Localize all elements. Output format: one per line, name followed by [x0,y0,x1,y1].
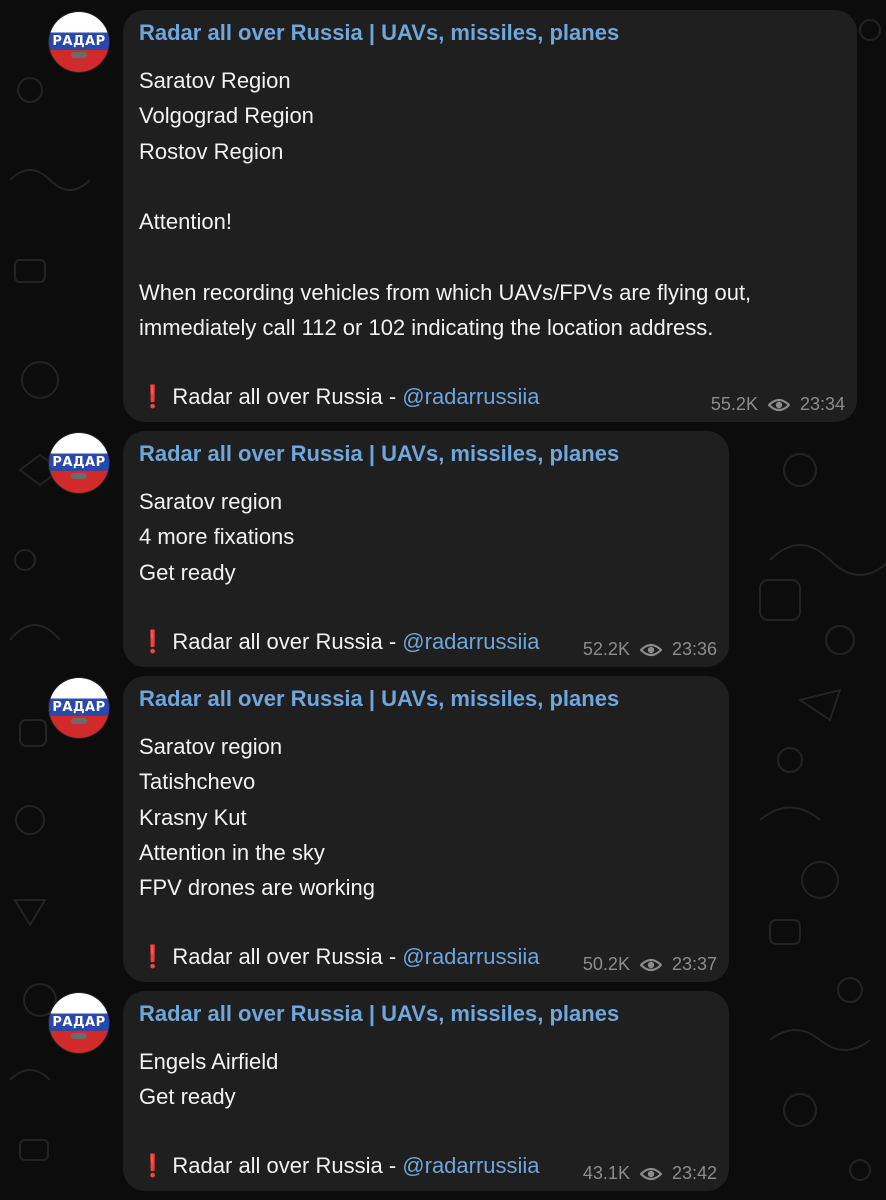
message-bubble[interactable]: Radar all over Russia | UAVs, missiles, … [123,431,729,667]
exclamation-icon: ❗ [139,944,167,969]
drone-icon [71,52,87,58]
message-time: 23:34 [799,394,845,414]
channel-avatar[interactable]: РАДАР [49,678,109,738]
message-line [139,590,294,625]
drone-icon [71,473,87,479]
channel-signature: ❗ Radar all over Russia - @radarrussiia [139,1153,540,1179]
message-line: Engels Airfield [139,1049,279,1074]
message-line [139,169,751,204]
eye-icon [767,398,790,411]
channel-avatar[interactable]: РАДАР [49,433,109,493]
message-line: Volgograd Region [139,103,314,129]
channel-avatar[interactable]: РАДАР [49,993,109,1053]
channel-signature: ❗ Radar all over Russia - @radarrussiia [139,944,540,970]
message-time: 23:37 [671,954,717,974]
eye-icon [639,1167,662,1180]
message-meta: 43.1K 23:42 [583,1163,717,1184]
channel-avatar[interactable]: РАДАР [49,12,109,72]
message-meta: 52.2K 23:36 [583,639,717,660]
channel-signature: ❗ Radar all over Russia - @radarrussiia [139,384,540,410]
message-line: 4 more fixations [139,524,295,550]
message-line: Attention! [139,209,232,235]
message-line [139,239,751,274]
drone-icon [71,1033,87,1039]
channel-handle-link[interactable]: @radarrussiia [402,1153,539,1178]
message-line: Attention in the sky [139,839,325,865]
message-bubble[interactable]: Radar all over Russia | UAVs, missiles, … [123,10,857,422]
message-line: Saratov region [139,734,283,759]
view-count: 55.2K [710,394,758,414]
sender-name[interactable]: Radar all over Russia | UAVs, missiles, … [139,441,619,467]
signature-text: Radar all over Russia - [172,384,403,409]
message-line: FPV drones are working [139,875,375,901]
message-time: 23:42 [671,1163,717,1183]
message-text: Saratov Region Volgograd Region Rostov R… [139,63,751,381]
avatar-label: РАДАР [49,1015,109,1031]
exclamation-icon: ❗ [139,629,167,654]
signature-text: Radar all over Russia - [172,944,403,969]
avatar-label: РАДАР [49,455,109,471]
message-bubble[interactable]: Radar all over Russia | UAVs, missiles, … [123,676,729,982]
eye-icon [639,958,662,971]
message-text: Engels Airfield Get ready [139,1044,278,1150]
channel-handle-link[interactable]: @radarrussiia [402,629,539,654]
channel-handle-link[interactable]: @radarrussiia [402,944,539,969]
message-line: Get ready [139,1084,236,1110]
view-count: 52.2K [582,639,630,659]
message-line [139,1115,278,1150]
drone-icon [71,718,87,724]
message-line: Tatishchevo [139,769,256,795]
sender-name[interactable]: Radar all over Russia | UAVs, missiles, … [139,686,619,712]
message-line: Krasny Kut [139,804,247,830]
message-line: Rostov Region [139,138,284,164]
message-line: Saratov region [139,489,283,514]
message-text: Saratov region Tatishchevo Krasny Kut At… [139,729,375,941]
message-meta: 50.2K 23:37 [583,954,717,975]
message-time: 23:36 [671,639,717,659]
avatar-label: РАДАР [49,34,109,50]
message-meta: 55.2K 23:34 [711,394,845,415]
eye-icon [639,643,662,656]
sender-name[interactable]: Radar all over Russia | UAVs, missiles, … [139,1001,619,1027]
sender-name[interactable]: Radar all over Russia | UAVs, missiles, … [139,20,619,46]
channel-signature: ❗ Radar all over Russia - @radarrussiia [139,629,540,655]
message-line [139,905,375,940]
exclamation-icon: ❗ [139,1153,167,1178]
view-count: 43.1K [582,1163,630,1183]
channel-handle-link[interactable]: @radarrussiia [402,384,539,409]
view-count: 50.2K [582,954,630,974]
exclamation-icon: ❗ [139,384,167,409]
message-text: Saratov region 4 more fixations Get read… [139,484,294,625]
message-line [139,345,751,380]
message-bubble[interactable]: Radar all over Russia | UAVs, missiles, … [123,991,729,1191]
message-line: immediately call 112 or 102 indicating t… [139,315,714,341]
message-line: When recording vehicles from which UAVs/… [139,279,752,305]
signature-text: Radar all over Russia - [172,1153,403,1178]
signature-text: Radar all over Russia - [172,629,403,654]
message-line: Saratov Region [139,68,291,93]
avatar-label: РАДАР [49,700,109,716]
message-line: Get ready [139,559,236,585]
